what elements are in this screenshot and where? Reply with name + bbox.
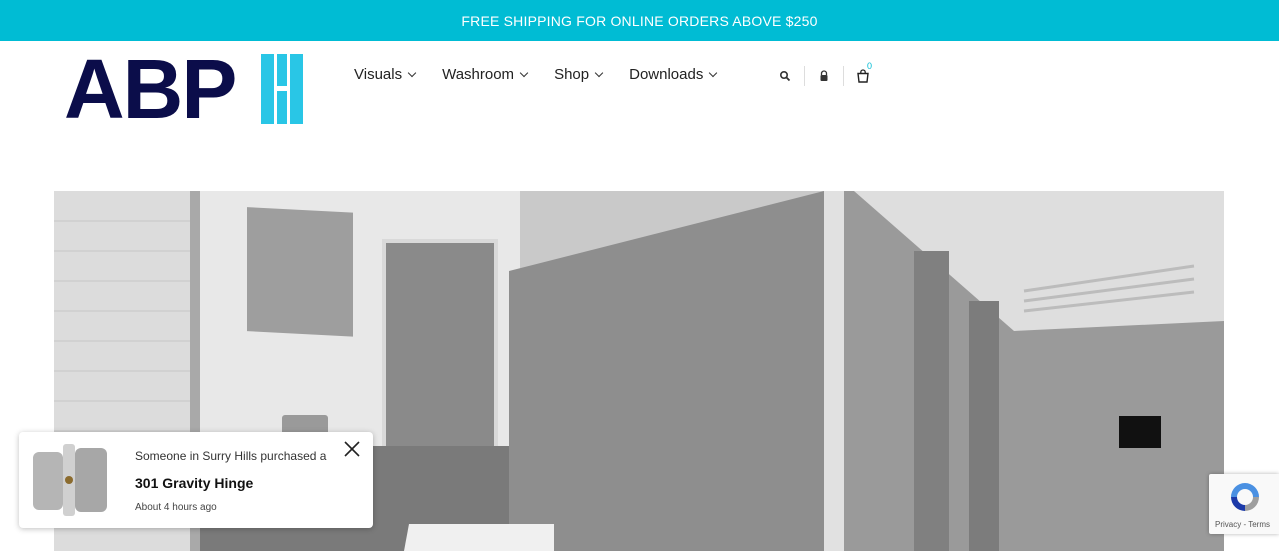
header-tools: 0 (776, 61, 872, 86)
logo-mark-icon (261, 54, 303, 124)
shopping-bag-icon (857, 69, 869, 83)
close-icon[interactable] (343, 440, 361, 458)
nav-item-label: Visuals (354, 66, 403, 83)
cart-count-badge: 0 (867, 61, 873, 71)
nav-item-downloads[interactable]: Downloads (629, 66, 718, 83)
divider (804, 66, 805, 86)
recaptcha-badge[interactable]: Privacy - Terms (1209, 474, 1279, 534)
logo-text: ABP (64, 42, 237, 136)
nav-item-label: Washroom (442, 66, 515, 83)
recent-purchase-popup[interactable]: Someone in Surry Hills purchased a 301 G… (19, 432, 373, 528)
divider (843, 66, 844, 86)
nav-item-label: Shop (554, 66, 590, 83)
shipping-banner-text: FREE SHIPPING FOR ONLINE ORDERS ABOVE $2… (461, 12, 818, 29)
chevron-down-icon (709, 68, 718, 77)
terms-link[interactable]: Terms (1248, 520, 1270, 529)
purchase-time: About 4 hours ago (135, 502, 217, 513)
recaptcha-links: Privacy - Terms (1215, 520, 1270, 529)
main-nav: Visuals Washroom Shop Downloads (354, 66, 743, 83)
chevron-down-icon (594, 68, 604, 77)
purchased-product-name[interactable]: 301 Gravity Hinge (135, 475, 253, 491)
purchase-notice-text: Someone in Surry Hills purchased a (135, 449, 327, 463)
shipping-banner: FREE SHIPPING FOR ONLINE ORDERS ABOVE $2… (0, 0, 1279, 41)
privacy-link[interactable]: Privacy (1215, 520, 1241, 529)
gravity-hinge-image (29, 442, 111, 518)
nav-item-label: Downloads (629, 66, 704, 83)
cart-button[interactable]: 0 (854, 61, 872, 85)
site-logo[interactable]: ABP (64, 44, 304, 134)
lock-icon[interactable] (815, 67, 833, 85)
recaptcha-icon (1228, 480, 1262, 514)
nav-item-visuals[interactable]: Visuals (354, 66, 417, 83)
chevron-down-icon (519, 68, 529, 77)
chevron-down-icon (407, 68, 417, 77)
nav-item-washroom[interactable]: Washroom (442, 66, 529, 83)
search-icon[interactable] (776, 67, 794, 85)
nav-item-shop[interactable]: Shop (554, 66, 604, 83)
